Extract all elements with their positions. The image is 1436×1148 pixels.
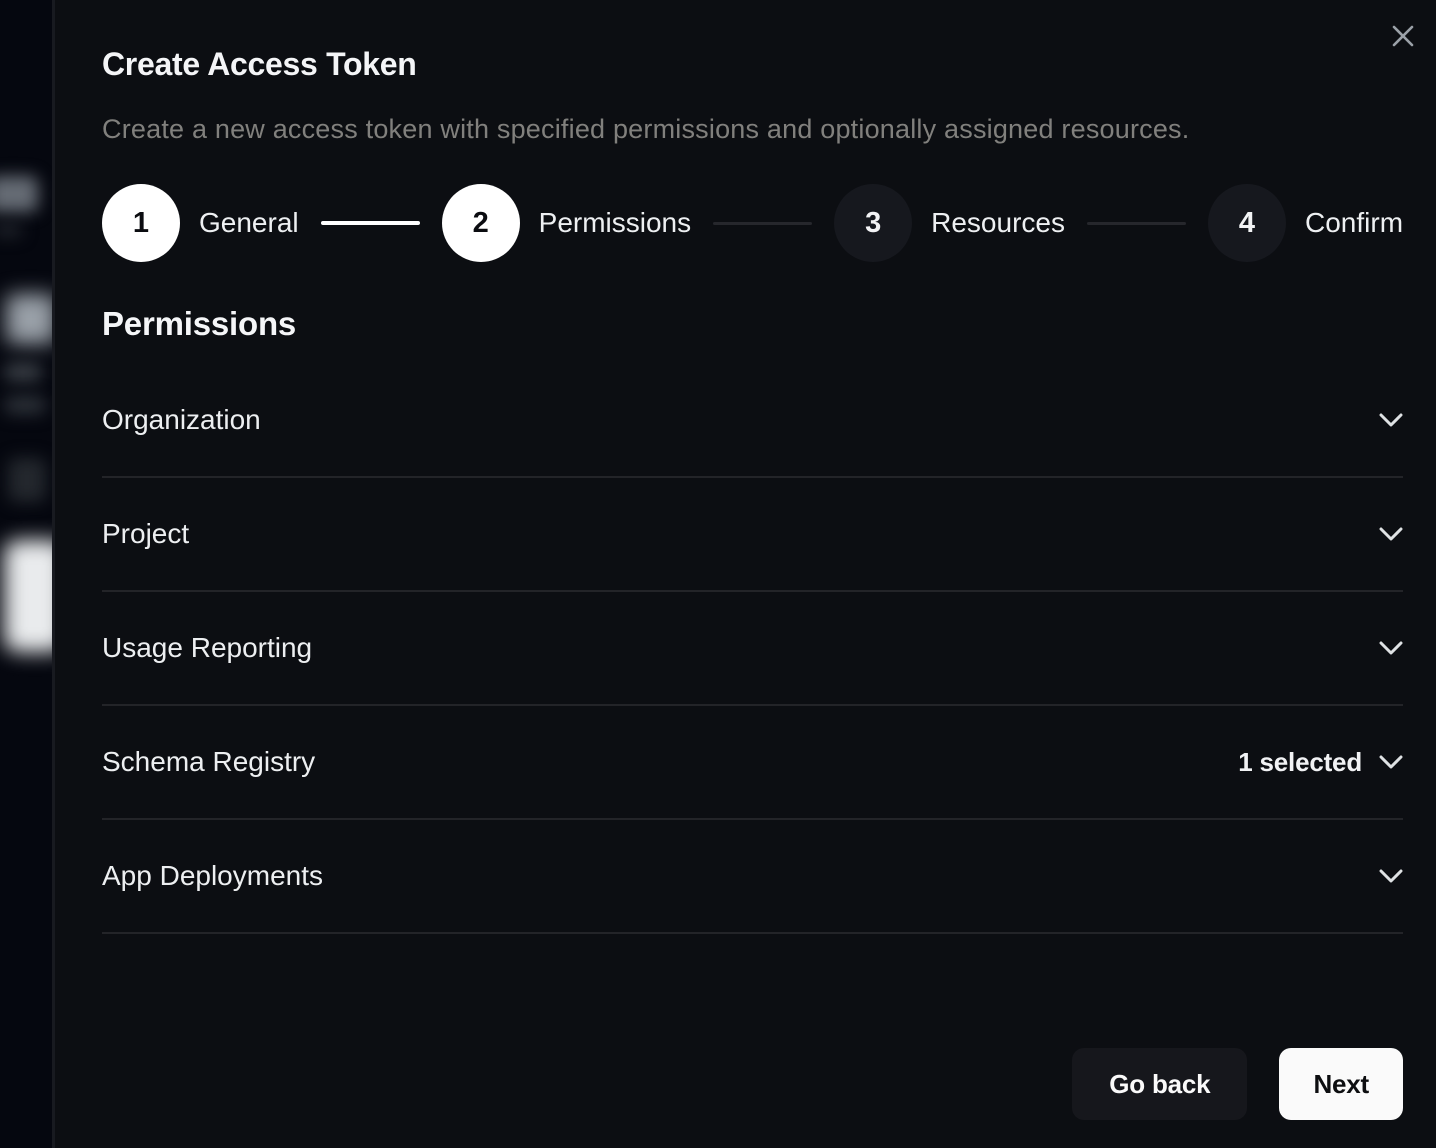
chevron-down-icon [1379,527,1403,542]
step-connector [713,222,812,225]
page-title: Permissions [102,305,1403,343]
step-label: General [199,207,299,239]
chevron-down-icon [1379,641,1403,656]
step-connector [321,221,420,225]
step-number-circle: 2 [442,184,520,262]
dialog-title: Create Access Token [102,46,1403,83]
section-label: Schema Registry [102,746,1238,778]
section-label: Organization [102,404,1379,436]
close-button[interactable] [1385,18,1421,54]
section-label: Project [102,518,1379,550]
section-app-deployments[interactable]: App Deployments [102,820,1403,934]
section-organization[interactable]: Organization [102,364,1403,478]
step-permissions[interactable]: 2 Permissions [442,184,691,262]
section-label: Usage Reporting [102,632,1379,664]
step-label: Resources [931,207,1065,239]
blurred-background-element [8,458,46,502]
step-general[interactable]: 1 General [102,184,299,262]
section-schema-registry[interactable]: Schema Registry 1 selected [102,706,1403,820]
go-back-button[interactable]: Go back [1072,1048,1247,1120]
next-button[interactable]: Next [1279,1048,1403,1120]
step-confirm[interactable]: 4 Confirm [1208,184,1403,262]
section-label: App Deployments [102,860,1379,892]
blurred-background-element [4,396,46,414]
chevron-down-icon [1379,755,1403,770]
step-number-circle: 4 [1208,184,1286,262]
blurred-background-element [6,294,55,344]
dialog-content: Create Access Token Create a new access … [55,0,1436,934]
chevron-down-icon [1379,413,1403,428]
selected-count: 1 selected [1238,747,1362,778]
blurred-background-element [4,540,55,652]
dialog-subtitle: Create a new access token with specified… [102,114,1403,145]
dialog-footer: Go back Next [1072,1048,1403,1120]
section-usage-reporting[interactable]: Usage Reporting [102,592,1403,706]
blurred-background-element [4,362,42,382]
obscured-page-background [0,0,55,1148]
blurred-background-element [0,176,38,212]
step-label: Confirm [1305,207,1403,239]
close-icon [1390,23,1416,49]
chevron-down-icon [1379,869,1403,884]
step-connector [1087,222,1186,225]
create-access-token-dialog: Create Access Token Create a new access … [55,0,1436,1148]
permission-sections: Organization Project Usage Reporting [102,364,1403,934]
blurred-background-element [0,224,22,236]
section-project[interactable]: Project [102,478,1403,592]
step-resources[interactable]: 3 Resources [834,184,1065,262]
step-label: Permissions [539,207,691,239]
wizard-stepper: 1 General 2 Permissions 3 Resources 4 Co… [102,184,1403,262]
step-number-circle: 1 [102,184,180,262]
step-number-circle: 3 [834,184,912,262]
